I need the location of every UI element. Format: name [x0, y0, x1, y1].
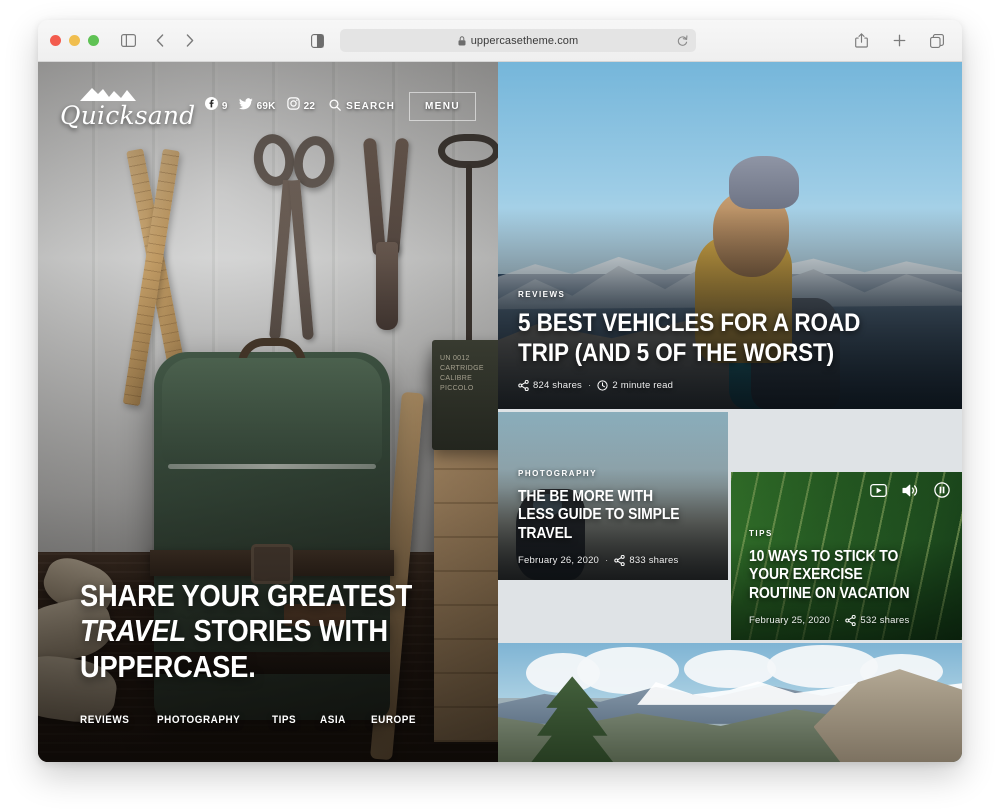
- back-chevron-icon[interactable]: [147, 28, 173, 54]
- video-controls: [870, 482, 950, 498]
- road-trip-read-time: 2 minute read: [597, 380, 673, 391]
- road-trip-title[interactable]: 5 BEST VEHICLES FOR A ROAD TRIP (AND 5 O…: [518, 309, 900, 368]
- social-stat-facebook[interactable]: 9: [204, 97, 228, 115]
- article-card-road-trip[interactable]: REVIEWS 5 BEST VEHICLES FOR A ROAD TRIP …: [498, 62, 962, 409]
- address-bar-area: uppercasetheme.com: [304, 28, 696, 54]
- facebook-count: 9: [221, 100, 228, 112]
- article-card-mountains[interactable]: [498, 643, 962, 762]
- photography-category[interactable]: PHOTOGRAPHY: [518, 469, 708, 478]
- minimize-window-button[interactable]: [69, 35, 80, 46]
- social-stat-twitter[interactable]: 69K: [238, 97, 276, 115]
- tips-shares: 532 shares: [845, 615, 909, 626]
- reload-icon[interactable]: [677, 34, 688, 47]
- hero-category-links: REVIEWS PHOTOGRAPHY TIPS ASIA EUROPE: [80, 714, 421, 726]
- tab-overview-icon[interactable]: [924, 28, 950, 54]
- clock-icon: [597, 380, 608, 391]
- search-icon: [329, 98, 341, 114]
- photography-title[interactable]: THE BE MORE WITH LESS GUIDE TO SIMPLE TR…: [518, 488, 689, 543]
- url-text: uppercasetheme.com: [470, 34, 579, 47]
- instagram-icon: [286, 97, 300, 115]
- url-input[interactable]: uppercasetheme.com: [340, 29, 696, 52]
- forward-chevron-icon[interactable]: [177, 28, 203, 54]
- photography-meta: February 26, 2020 · 833 shares: [518, 555, 708, 566]
- traffic-lights: [50, 35, 99, 46]
- hero-category-photography[interactable]: PHOTOGRAPHY: [157, 714, 240, 726]
- site-header: Quicksand 9 69K 22 SEARCH MENU: [38, 84, 498, 128]
- photography-meta-separator: ·: [605, 555, 609, 566]
- volume-icon[interactable]: [902, 483, 919, 498]
- tips-date: February 25, 2020: [749, 615, 831, 626]
- road-trip-meta-separator: ·: [588, 380, 592, 391]
- header-tools: 9 69K 22 SEARCH MENU: [204, 91, 476, 121]
- navigation-arrows: [147, 28, 203, 54]
- instagram-count: 22: [303, 100, 316, 112]
- tips-title[interactable]: 10 WAYS TO STICK TO YOUR EXERCISE ROUTIN…: [749, 548, 928, 603]
- hero-title-emphasis: TRAVEL: [80, 613, 187, 649]
- reader-appearance-icon[interactable]: [304, 28, 330, 54]
- hero-section: UN 0012CARTRIDGECALIBREPICCOLO: [38, 62, 498, 762]
- pause-icon[interactable]: [934, 482, 950, 498]
- hero-title-line-2: TRAVEL STORIES WITH: [80, 613, 421, 648]
- photography-date: February 26, 2020: [518, 555, 600, 566]
- zoom-window-button[interactable]: [88, 35, 99, 46]
- site-logo-text: Quicksand: [60, 101, 196, 130]
- road-trip-shares: 824 shares: [518, 380, 582, 391]
- lock-icon: [458, 35, 466, 46]
- tips-meta: February 25, 2020 · 532 shares: [749, 615, 948, 626]
- hero-title-line-2-rest: STORIES WITH: [186, 613, 388, 649]
- plus-icon[interactable]: [886, 28, 912, 54]
- search-button[interactable]: SEARCH: [329, 98, 395, 114]
- road-trip-text: REVIEWS 5 BEST VEHICLES FOR A ROAD TRIP …: [518, 290, 942, 391]
- tips-shares-text: 532 shares: [860, 615, 910, 626]
- tips-category[interactable]: TIPS: [749, 529, 948, 538]
- hero-category-tips[interactable]: TIPS: [272, 714, 296, 726]
- close-window-button[interactable]: [50, 35, 61, 46]
- article-card-photography[interactable]: PHOTOGRAPHY THE BE MORE WITH LESS GUIDE …: [498, 412, 728, 580]
- play-icon[interactable]: [870, 483, 887, 498]
- facebook-icon: [204, 97, 218, 115]
- road-trip-read-time-text: 2 minute read: [612, 380, 674, 391]
- article-grid: REVIEWS 5 BEST VEHICLES FOR A ROAD TRIP …: [498, 62, 962, 762]
- tips-meta-separator: ·: [836, 615, 840, 626]
- search-label: SEARCH: [346, 100, 395, 112]
- browser-window: uppercasetheme.com Quicksand 9 69K 22 SE…: [38, 20, 962, 762]
- photography-text: PHOTOGRAPHY THE BE MORE WITH LESS GUIDE …: [518, 469, 708, 566]
- site-logo[interactable]: Quicksand: [60, 84, 196, 130]
- road-trip-category[interactable]: REVIEWS: [518, 290, 942, 299]
- article-card-tips[interactable]: TIPS 10 WAYS TO STICK TO YOUR EXERCISE R…: [731, 472, 962, 640]
- menu-button[interactable]: MENU: [408, 91, 476, 121]
- hero-category-europe[interactable]: EUROPE: [371, 714, 416, 726]
- photography-shares: 833 shares: [614, 555, 678, 566]
- mountains-image: [498, 643, 962, 762]
- hero-title-line-1: SHARE YOUR GREATEST: [80, 578, 413, 614]
- hero-category-reviews[interactable]: REVIEWS: [80, 714, 129, 726]
- share-nodes-icon: [614, 555, 626, 566]
- hero-headline-block: SHARE YOUR GREATEST TRAVEL STORIES WITH …: [80, 578, 468, 684]
- share-nodes-icon: [518, 380, 529, 391]
- page-viewport: UN 0012CARTRIDGECALIBREPICCOLO: [38, 62, 962, 762]
- road-trip-meta: 824 shares · 2 minute read: [518, 380, 942, 391]
- browser-toolbar: uppercasetheme.com: [38, 20, 962, 62]
- photography-shares-text: 833 shares: [629, 555, 679, 566]
- social-stat-instagram[interactable]: 22: [286, 97, 316, 115]
- sidebar-toggle-icon[interactable]: [115, 28, 141, 54]
- hero-category-asia[interactable]: ASIA: [320, 714, 346, 726]
- toolbar-right-actions: [848, 28, 950, 54]
- share-icon[interactable]: [848, 28, 874, 54]
- hero-title-line-3: UPPERCASE.: [80, 648, 256, 684]
- social-stats: 9 69K 22: [204, 97, 316, 115]
- twitter-icon: [238, 97, 253, 115]
- share-nodes-icon: [845, 615, 857, 626]
- road-trip-shares-text: 824 shares: [533, 380, 583, 391]
- tips-text: TIPS 10 WAYS TO STICK TO YOUR EXERCISE R…: [749, 529, 948, 626]
- twitter-count: 69K: [256, 100, 276, 112]
